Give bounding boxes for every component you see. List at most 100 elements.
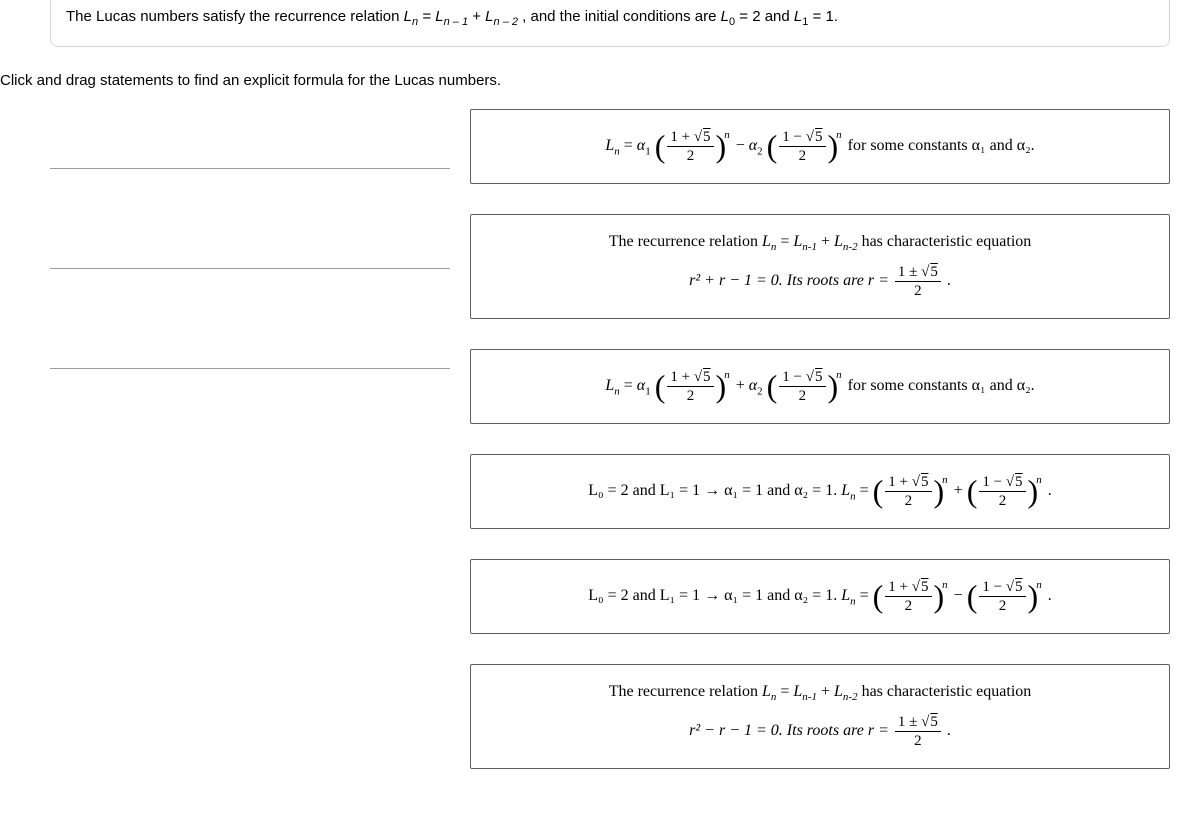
- intro-sub-n: n: [412, 16, 418, 28]
- c1-r5b: 5: [814, 128, 823, 146]
- c2-d: 2: [895, 282, 941, 300]
- c4-L: L: [841, 482, 850, 499]
- c2-roots: r² + r − 1 = 0. Its roots are r =: [689, 272, 893, 289]
- c6-pm: 1 ±: [898, 714, 921, 730]
- c3-eq: =: [624, 377, 637, 394]
- c6-L: L: [762, 683, 771, 700]
- c3-r5a: 5: [702, 368, 711, 386]
- c6-tail: has characteristic equation: [862, 683, 1032, 700]
- card-char-eq-minus[interactable]: The recurrence relation Ln = Ln-1 + Ln-2…: [470, 664, 1170, 769]
- intro-L5: L: [794, 8, 802, 25]
- intro-sub-1: 1: [802, 16, 808, 28]
- c3-2: 2: [757, 386, 763, 398]
- intro-L4: L: [721, 8, 729, 25]
- c5-r5b: 5: [1014, 578, 1023, 596]
- drop-zone-2[interactable]: [50, 209, 450, 269]
- c6-L2: L: [834, 683, 843, 700]
- c3-tail: for some constants α₁ and α₂.: [848, 377, 1035, 394]
- c2-pm: 1 ±: [898, 264, 921, 280]
- c2-L: L: [762, 233, 771, 250]
- card-solution-plus[interactable]: L₀ = 2 and L₁ = 1 → α₁ = 1 and α₂ = 1. L…: [470, 454, 1170, 529]
- c3-exp1: n: [724, 369, 730, 381]
- c2-nm2: n-2: [843, 241, 858, 253]
- card-char-eq-plus[interactable]: The recurrence relation Ln = Ln-1 + Ln-2…: [470, 214, 1170, 319]
- drop-zone-3[interactable]: [50, 309, 450, 369]
- c6-eq: =: [780, 683, 793, 700]
- c4-pre: L₀ = 2 and L₁ = 1 → α₁ = 1 and α₂ = 1.: [588, 482, 841, 499]
- intro-L2: L: [435, 8, 443, 25]
- card-general-plus[interactable]: Ln = α1 ( 1 + 5 2 )n + α2 ( 1 − 5 2 )n: [470, 349, 1170, 424]
- c4-plus: +: [954, 482, 967, 499]
- c2-L1: L: [793, 233, 802, 250]
- c3-nm: 1 −: [782, 369, 805, 385]
- c3-a1: α: [637, 377, 645, 394]
- c1-eq: =: [624, 137, 637, 154]
- c6-L1: L: [793, 683, 802, 700]
- c4-period: .: [1048, 482, 1052, 499]
- intro-l0val: = 2 and: [739, 8, 794, 25]
- card-solution-minus[interactable]: L₀ = 2 and L₁ = 1 → α₁ = 1 and α₂ = 1. L…: [470, 559, 1170, 634]
- c6-roots: r² − r − 1 = 0. Its roots are r =: [689, 723, 893, 740]
- c3-r5b: 5: [814, 368, 823, 386]
- c5-pre: L₀ = 2 and L₁ = 1 → α₁ = 1 and α₂ = 1.: [588, 587, 841, 604]
- c2-period: .: [947, 272, 951, 289]
- intro-L: L: [404, 8, 412, 25]
- c1-exp2: n: [836, 129, 842, 141]
- c6-plus: +: [821, 683, 834, 700]
- c2-nm1: n-1: [802, 241, 817, 253]
- c1-a1: α: [637, 137, 645, 154]
- c5-minus: −: [954, 587, 967, 604]
- c5-eq: =: [860, 587, 873, 604]
- drop-zone-1[interactable]: [50, 109, 450, 169]
- intro-plus: +: [472, 8, 485, 25]
- c1-tail: for some constants α₁ and α₂.: [848, 137, 1035, 154]
- c1-exp1: n: [724, 129, 730, 141]
- c5-np: 1 +: [888, 579, 911, 595]
- c4-n: n: [850, 491, 856, 503]
- c1-minus: −: [736, 137, 749, 154]
- c2-n: n: [771, 241, 777, 253]
- c1-nm: 1 −: [782, 129, 805, 145]
- c1-r5a: 5: [702, 128, 711, 146]
- c6-d: 2: [895, 732, 941, 750]
- c4-r5b: 5: [1014, 473, 1023, 491]
- c4-r5a: 5: [920, 473, 929, 491]
- c1-a2: α: [749, 137, 757, 154]
- c2-eq: =: [780, 233, 793, 250]
- work-area: Ln = α1 ( 1 + 5 2 )n − α2 ( 1 − 5 2 )n: [0, 109, 1200, 769]
- c4-eq: =: [860, 482, 873, 499]
- intro-sub-0: 0: [729, 16, 735, 28]
- c3-d2: 2: [779, 387, 825, 405]
- c6-n: n: [771, 691, 777, 703]
- c2-tail: has characteristic equation: [862, 233, 1032, 250]
- c1-n: n: [614, 145, 620, 157]
- c6-nm1: n-1: [802, 691, 817, 703]
- problem-statement: The Lucas numbers satisfy the recurrence…: [50, 0, 1170, 47]
- card-general-minus[interactable]: Ln = α1 ( 1 + 5 2 )n − α2 ( 1 − 5 2 )n: [470, 109, 1170, 184]
- c2-pre: The recurrence relation: [609, 233, 762, 250]
- c3-plus: +: [736, 377, 749, 394]
- c5-exp1: n: [942, 579, 948, 591]
- c3-np: 1 +: [670, 369, 693, 385]
- intro-prefix: The Lucas numbers satisfy the recurrence…: [66, 8, 404, 25]
- c5-period: .: [1048, 587, 1052, 604]
- c6-period: .: [947, 723, 951, 740]
- drop-column: [0, 109, 450, 769]
- intro-sub-nm1: n – 1: [444, 16, 468, 28]
- c1-2: 2: [757, 145, 763, 157]
- c4-d1: 2: [885, 492, 931, 510]
- c6-r5: 5: [929, 713, 938, 731]
- c1-d2: 2: [779, 147, 825, 165]
- c3-exp2: n: [836, 369, 842, 381]
- c4-exp2: n: [1036, 474, 1042, 486]
- c3-L: L: [605, 377, 614, 394]
- c5-exp2: n: [1036, 579, 1042, 591]
- c6-nm2: n-2: [843, 691, 858, 703]
- c5-d1: 2: [885, 597, 931, 615]
- c1-L: L: [605, 137, 614, 154]
- intro-eq: =: [422, 8, 435, 25]
- c1-d1: 2: [667, 147, 713, 165]
- intro-L3: L: [485, 8, 493, 25]
- source-column: Ln = α1 ( 1 + 5 2 )n − α2 ( 1 − 5 2 )n: [450, 109, 1170, 769]
- c3-1: 1: [645, 386, 651, 398]
